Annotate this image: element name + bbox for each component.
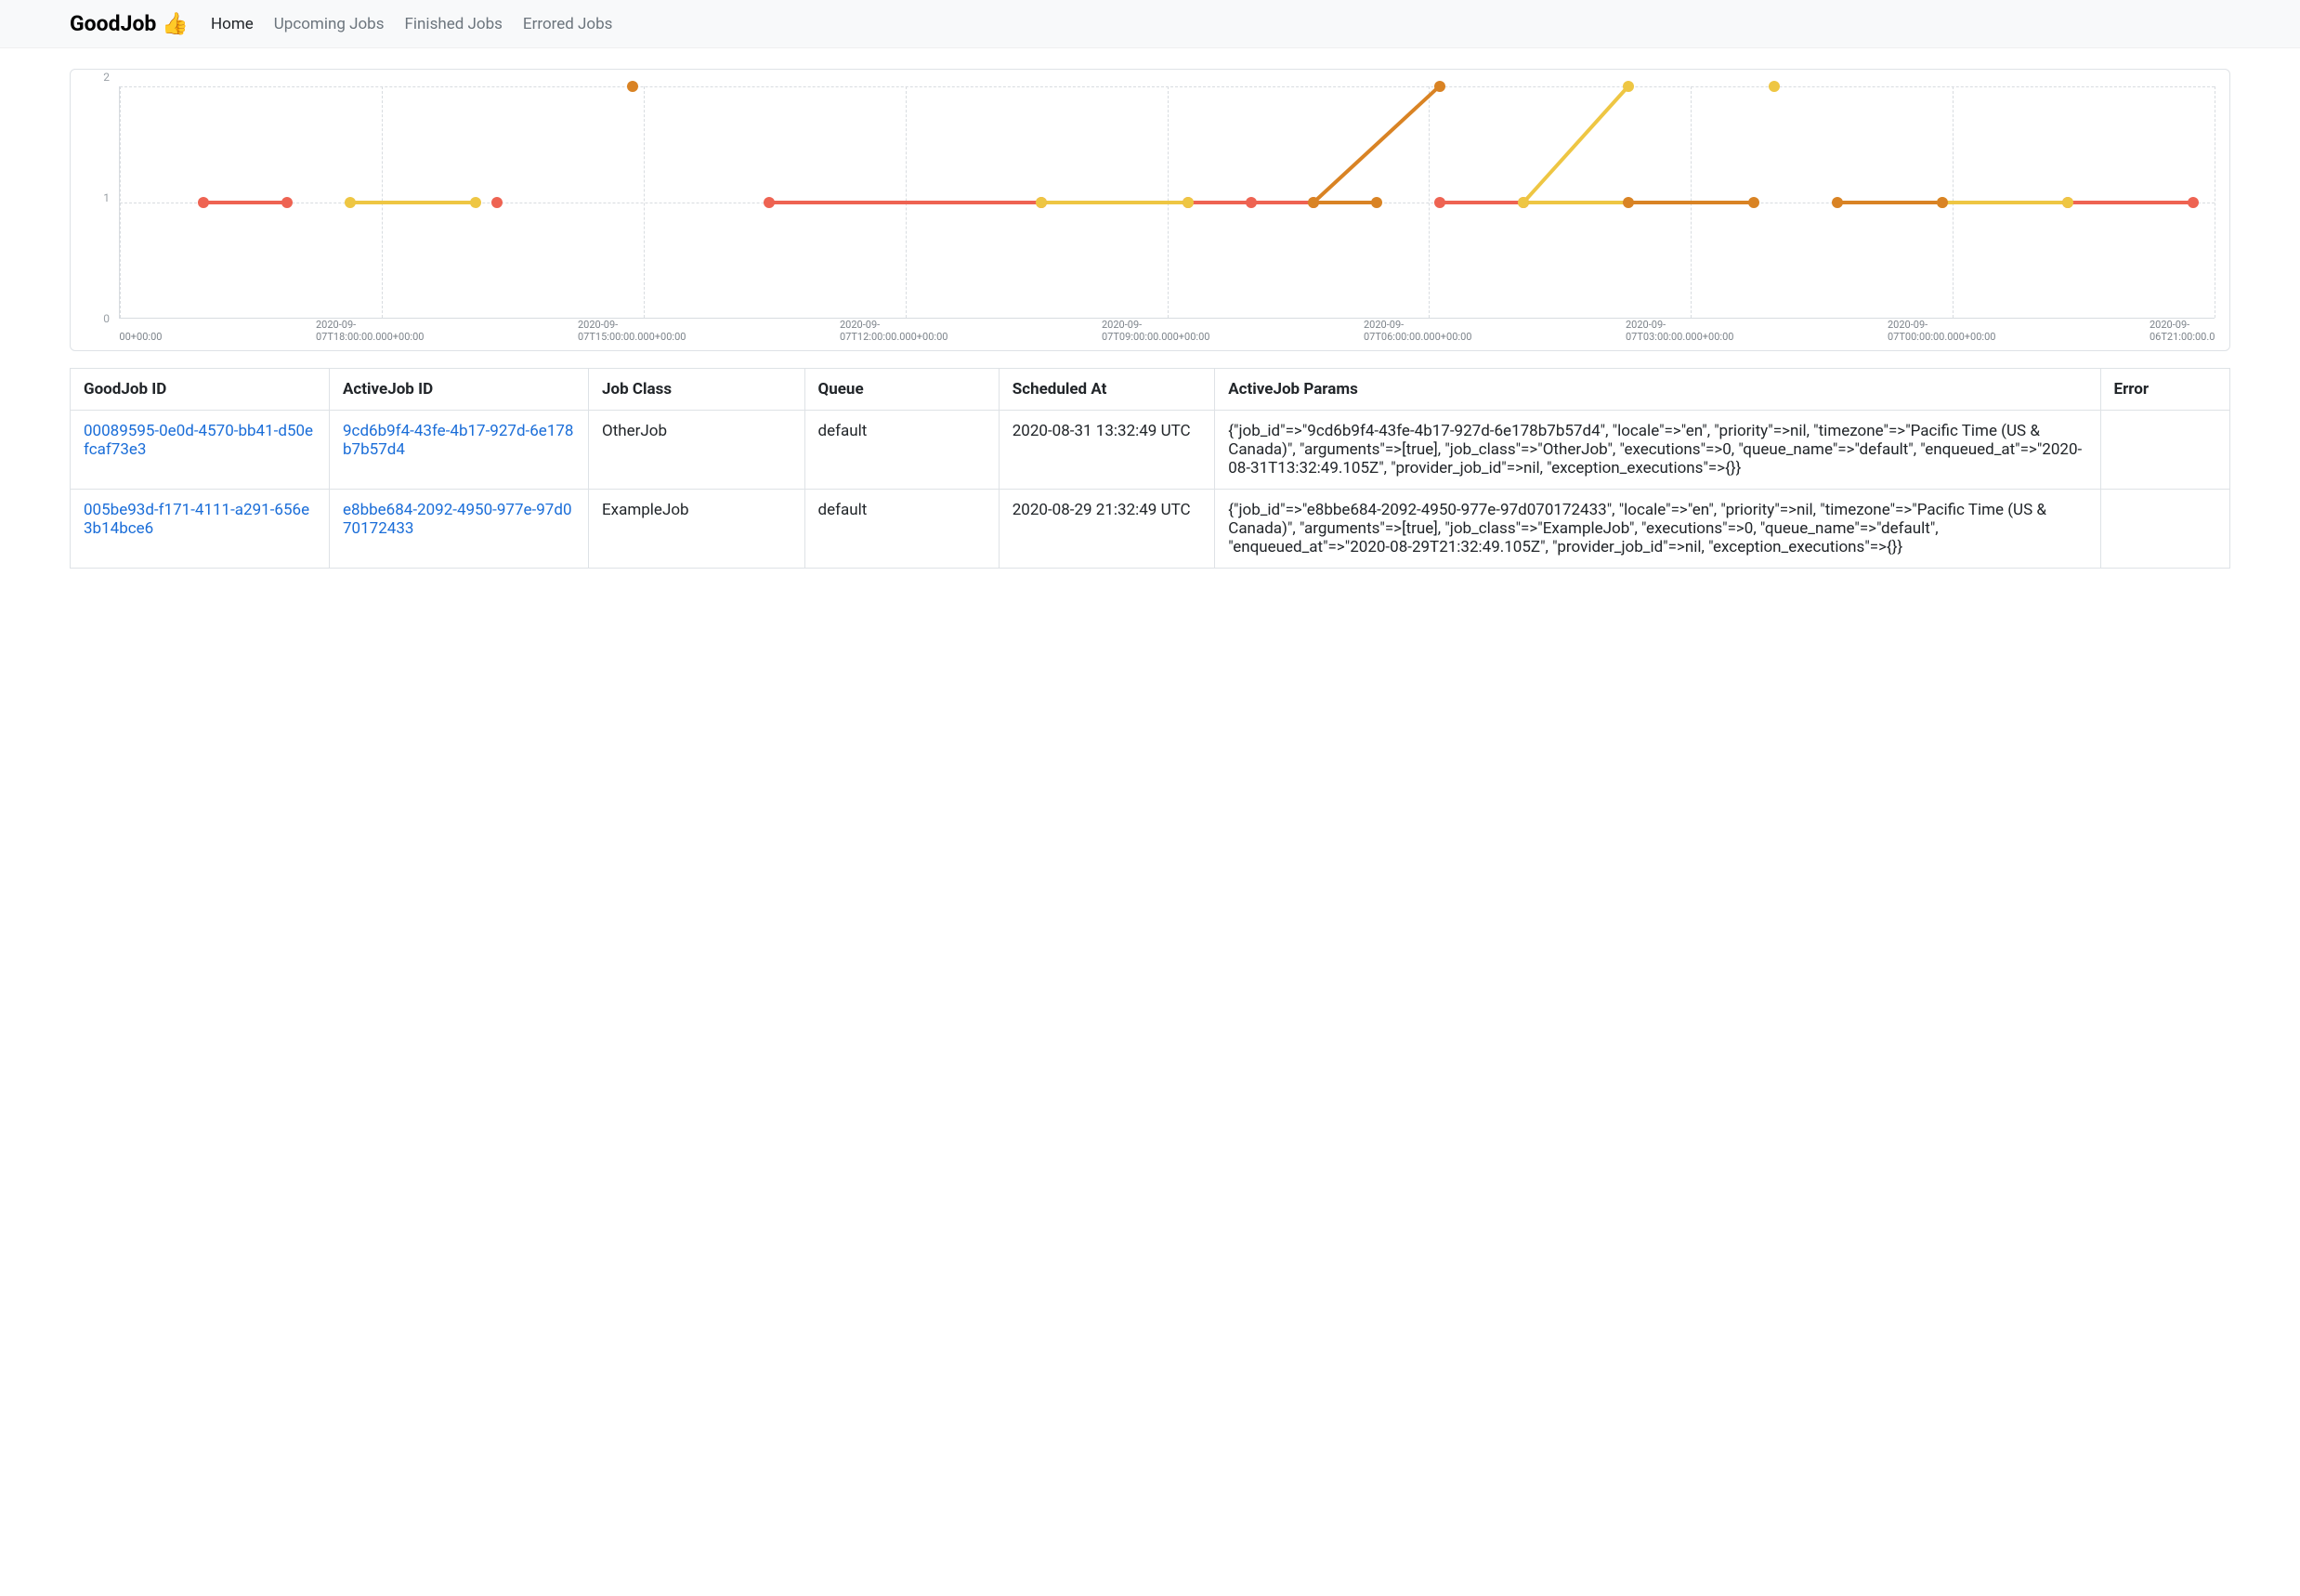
activejob-id-link[interactable]: 9cd6b9f4-43fe-4b17-927d-6e178b7b57d4	[330, 411, 589, 490]
params-cell: {"job_id"=>"e8bbe684-2092-4950-977e-97d0…	[1215, 490, 2100, 569]
chart-point	[1434, 81, 1445, 92]
x-tick: 2020-09-07T00:00:00.000+00:00	[1888, 319, 2018, 343]
nav-home[interactable]: Home	[211, 15, 254, 33]
x-tick: 2020-09-07T21:00:00.000+00:00	[119, 319, 184, 343]
chart-point	[491, 197, 503, 208]
th-params: ActiveJob Params	[1215, 369, 2100, 411]
chart-point	[2062, 197, 2073, 208]
error-cell	[2100, 411, 2230, 490]
x-tick: 2020-09-07T15:00:00.000+00:00	[578, 319, 708, 343]
nav-links: Home Upcoming Jobs Finished Jobs Errored…	[211, 15, 612, 33]
chart-point	[627, 81, 638, 92]
x-tick: 2020-09-07T09:00:00.000+00:00	[1102, 319, 1232, 343]
thumbs-up-icon: 👍	[162, 11, 189, 36]
scheduled-at-cell: 2020-08-31 13:32:49 UTC	[999, 411, 1215, 490]
chart-area: 012 2020-09-07T21:00:00.000+00:002020-09…	[82, 77, 2218, 347]
params-cell: {"job_id"=>"9cd6b9f4-43fe-4b17-927d-6e17…	[1215, 411, 2100, 490]
chart-point	[281, 197, 293, 208]
y-tick: 2	[103, 71, 110, 84]
chart-point	[1748, 197, 1759, 208]
activejob-id-link[interactable]: 9cd6b9f4-43fe-4b17-927d-6e178b7b57d4	[343, 422, 573, 459]
x-tick: 2020-09-06T21:00:00.000+00:00	[2150, 319, 2215, 343]
th-goodjob-id: GoodJob ID	[71, 369, 330, 411]
chart-point	[1246, 197, 1257, 208]
th-activejob-id: ActiveJob ID	[330, 369, 589, 411]
table-row: 00089595-0e0d-4570-bb41-d50efcaf73e3 9cd6…	[71, 411, 2230, 490]
table-body: 00089595-0e0d-4570-bb41-d50efcaf73e3 9cd6…	[71, 411, 2230, 569]
chart-point	[1623, 81, 1634, 92]
y-tick: 1	[103, 191, 110, 204]
scheduled-at-cell: 2020-08-29 21:32:49 UTC	[999, 490, 1215, 569]
chart-point	[2188, 197, 2199, 208]
chart-point	[1183, 197, 1194, 208]
chart-point	[1308, 197, 1319, 208]
queue-cell: default	[804, 411, 999, 490]
x-tick: 2020-09-07T06:00:00.000+00:00	[1364, 319, 1494, 343]
th-queue: Queue	[804, 369, 999, 411]
navbar: GoodJob 👍 Home Upcoming Jobs Finished Jo…	[0, 0, 2300, 48]
plot-area	[119, 86, 2215, 319]
chart-point	[1371, 197, 1382, 208]
th-job-class: Job Class	[589, 369, 805, 411]
chart-point	[1518, 197, 1529, 208]
x-tick: 2020-09-07T03:00:00.000+00:00	[1626, 319, 1756, 343]
error-cell	[2100, 490, 2230, 569]
activejob-id-link[interactable]: e8bbe684-2092-4950-977e-97d070172433	[330, 490, 589, 569]
nav-errored[interactable]: Errored Jobs	[523, 15, 613, 33]
jobs-chart: 012 2020-09-07T21:00:00.000+00:002020-09…	[70, 69, 2230, 351]
y-axis: 012	[82, 77, 115, 319]
chart-point	[1434, 197, 1445, 208]
job-class-cell: OtherJob	[589, 411, 805, 490]
table-header-row: GoodJob ID ActiveJob ID Job Class Queue …	[71, 369, 2230, 411]
chart-point	[1623, 197, 1634, 208]
goodjob-id-link[interactable]: 005be93d-f171-4111-a291-656e3b14bce6	[71, 490, 330, 569]
goodjob-id-link[interactable]: 00089595-0e0d-4570-bb41-d50efcaf73e3	[71, 411, 330, 490]
chart-point	[1036, 197, 1047, 208]
chart-point	[470, 197, 481, 208]
nav-finished[interactable]: Finished Jobs	[405, 15, 503, 33]
brand[interactable]: GoodJob 👍	[70, 11, 189, 36]
brand-name: GoodJob	[70, 11, 156, 36]
table-row: 005be93d-f171-4111-a291-656e3b14bce6 e8bb…	[71, 490, 2230, 569]
activejob-id-link[interactable]: e8bbe684-2092-4950-977e-97d070172433	[343, 501, 572, 538]
th-error: Error	[2100, 369, 2230, 411]
x-tick: 2020-09-07T18:00:00.000+00:00	[316, 319, 446, 343]
x-tick: 2020-09-07T12:00:00.000+00:00	[840, 319, 970, 343]
chart-point	[1832, 197, 1843, 208]
goodjob-id-link[interactable]: 005be93d-f171-4111-a291-656e3b14bce6	[84, 501, 309, 538]
chart-point	[1937, 197, 1948, 208]
chart-point	[764, 197, 775, 208]
chart-point	[345, 197, 356, 208]
nav-upcoming[interactable]: Upcoming Jobs	[274, 15, 385, 33]
goodjob-id-link[interactable]: 00089595-0e0d-4570-bb41-d50efcaf73e3	[84, 422, 313, 459]
job-class-cell: ExampleJob	[589, 490, 805, 569]
x-axis: 2020-09-07T21:00:00.000+00:00 2020-09-07T…	[119, 319, 2215, 347]
th-scheduled-at: Scheduled At	[999, 369, 1215, 411]
queue-cell: default	[804, 490, 999, 569]
y-tick: 0	[103, 312, 110, 325]
chart-point	[198, 197, 209, 208]
chart-point	[1769, 81, 1780, 92]
jobs-table: GoodJob ID ActiveJob ID Job Class Queue …	[70, 368, 2230, 569]
